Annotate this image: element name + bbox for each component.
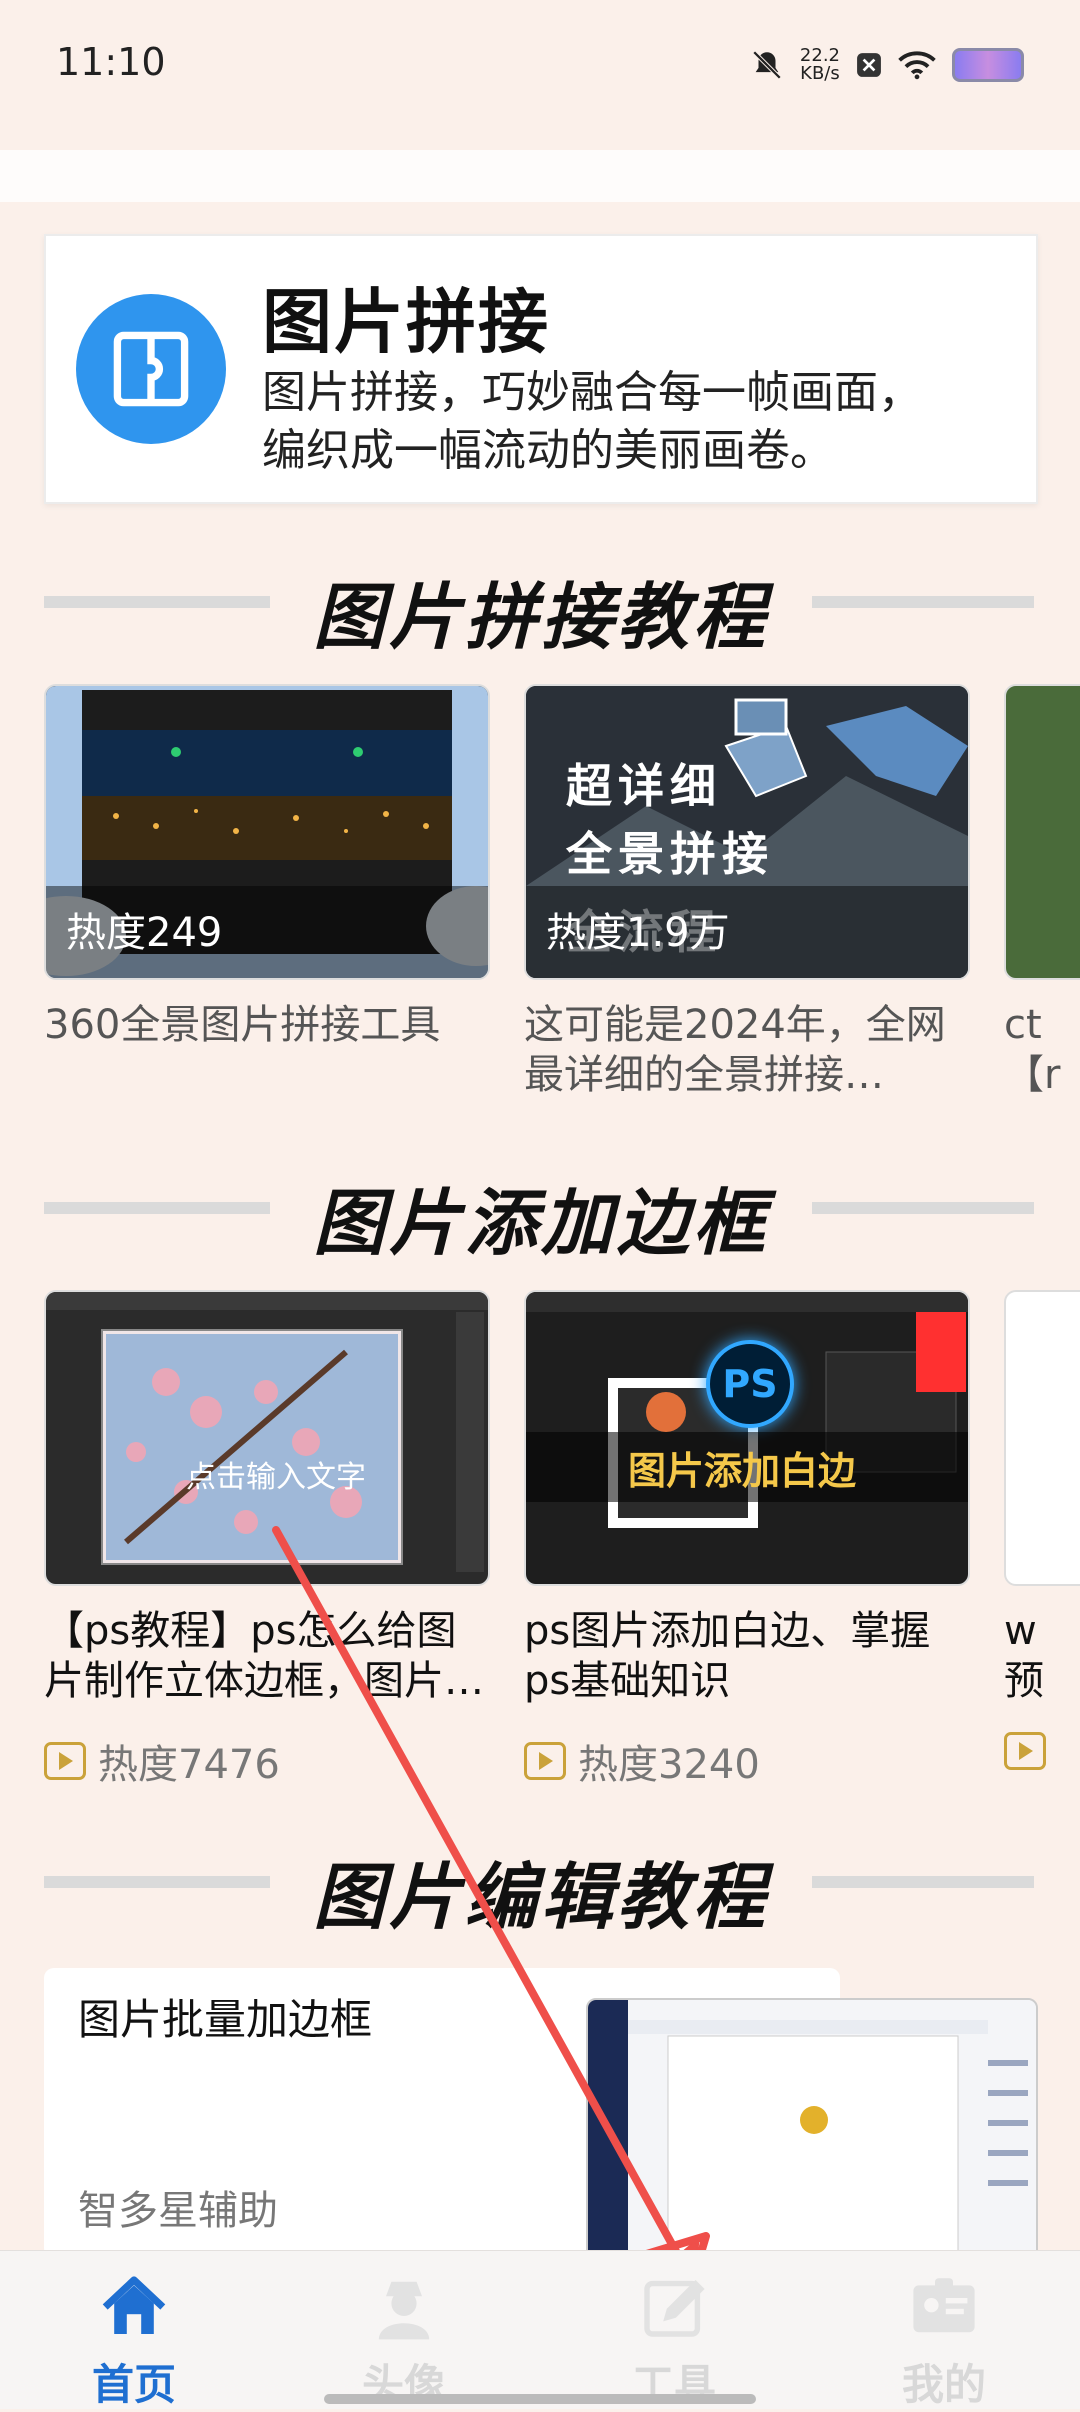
tab-label: 首页 <box>91 2360 176 2409</box>
video-thumbnail <box>1004 1290 1080 1586</box>
tool-card-subtitle: 智多星辅助 <box>78 2188 278 2234</box>
section-title-add-border: 图片添加边框 <box>0 1156 1080 1265</box>
stitch-tutorial-carousel[interactable]: 热度249 360全景图片拼接工具 超详细 全景拼接 全流程 热度1.9万 这可… <box>44 684 1080 1154</box>
video-thumbnail <box>1004 684 1080 980</box>
tab-home[interactable]: 首页 <box>34 2271 234 2412</box>
bottom-tab-bar: 首页 头像 工具 我的 <box>0 2250 1080 2409</box>
heat-row: 热度7476 <box>44 1732 280 1790</box>
play-icon <box>1004 1732 1046 1770</box>
speed-unit: KB/s <box>800 63 840 84</box>
status-bar: 11:10 22.2 KB/s <box>0 0 1080 130</box>
section-title-edit-tutorial: 图片编辑教程 <box>0 1830 1080 1939</box>
video-thumbnail: PS 图片添加白边 <box>524 1290 970 1586</box>
section-title-text: 图片编辑教程 <box>312 1855 769 1939</box>
thumb-overlay-text-1: 超详细 <box>566 759 722 813</box>
home-indicator[interactable] <box>324 2394 756 2404</box>
heat-count: 热度7476 <box>98 1742 280 1788</box>
heat-count: 热度249 <box>66 910 223 956</box>
hero-description: 图片拼接，巧妙融合每一帧画面， 编织成一幅流动的美丽画卷。 <box>262 364 982 480</box>
hero-card[interactable]: 图片拼接 图片拼接，巧妙融合每一帧画面， 编织成一幅流动的美丽画卷。 <box>44 234 1038 504</box>
status-time: 11:10 <box>56 40 166 84</box>
add-border-carousel[interactable]: 点击输入文字 【ps教程】ps怎么给图片制作立体边框，图片… 热度7476 PS… <box>44 1290 1080 1790</box>
thumb-overlay-text: 图片添加白边 <box>628 1449 857 1493</box>
hero-desc-line2: 编织成一幅流动的美丽画卷。 <box>262 425 834 476</box>
tool-card-title: 图片批量加边框 <box>78 1995 373 2044</box>
stitch-app-icon <box>76 294 226 444</box>
video-thumbnail: 超详细 全景拼接 全流程 热度1.9万 <box>524 684 970 980</box>
heat-count: 热度3240 <box>578 1742 760 1788</box>
heat-count: 热度1.9万 <box>546 910 730 956</box>
title-right-rule <box>812 596 1034 608</box>
heat-row: 热度3240 <box>524 1732 760 1790</box>
title-left-rule <box>44 596 270 608</box>
video-title: 这可能是2024年，全网最详细的全景拼接… <box>524 1002 946 1098</box>
title-right-rule <box>812 1876 1034 1888</box>
tab-mine[interactable]: 我的 <box>844 2271 1044 2412</box>
heat-row <box>1004 1732 1046 1770</box>
hero-title: 图片拼接 <box>262 280 550 363</box>
thumb-overlay-text-2: 全景拼接 <box>566 827 774 881</box>
video-title: 【ps教程】ps怎么给图片制作立体边框，图片… <box>44 1608 484 1704</box>
mute-icon <box>752 50 782 80</box>
video-thumbnail: 热度249 <box>44 684 490 980</box>
video-title: ps图片添加白边、掌握ps基础知识 <box>524 1608 931 1704</box>
title-left-rule <box>44 1202 270 1214</box>
section-title-text: 图片拼接教程 <box>312 575 769 659</box>
home-icon <box>102 2276 166 2334</box>
play-icon <box>524 1742 566 1780</box>
title-left-rule <box>44 1876 270 1888</box>
video-thumbnail: 点击输入文字 <box>44 1290 490 1586</box>
video-title: w预 <box>1004 1608 1044 1704</box>
tab-tools[interactable]: 工具 <box>574 2271 774 2412</box>
wifi-icon <box>898 51 936 80</box>
hero-desc-line1: 图片拼接，巧妙融合每一帧画面， <box>262 367 922 418</box>
close-box-icon <box>857 53 881 77</box>
section-title-text: 图片添加边框 <box>312 1181 769 1265</box>
video-title: 360全景图片拼接工具 <box>44 1002 441 1048</box>
avatar-icon <box>378 2281 430 2340</box>
thumb-overlay-text: 点击输入文字 <box>186 1460 366 1495</box>
photoshop-badge: PS <box>706 1340 794 1428</box>
profile-card-icon <box>913 2278 975 2333</box>
network-speed: 22.2 KB/s <box>800 47 840 83</box>
battery-icon <box>952 48 1024 82</box>
tool-card-thumbnail <box>586 1998 1038 2272</box>
section-title-stitch-tutorial: 图片拼接教程 <box>0 550 1080 659</box>
top-divider <box>0 150 1080 202</box>
status-icons: 22.2 KB/s <box>750 40 1024 90</box>
tab-label: 我的 <box>901 2360 986 2409</box>
edit-icon <box>644 2280 705 2337</box>
title-right-rule <box>812 1202 1034 1214</box>
tab-avatar[interactable]: 头像 <box>304 2271 504 2412</box>
video-title: ct【r <box>1004 1002 1061 1098</box>
play-icon <box>44 1742 86 1780</box>
